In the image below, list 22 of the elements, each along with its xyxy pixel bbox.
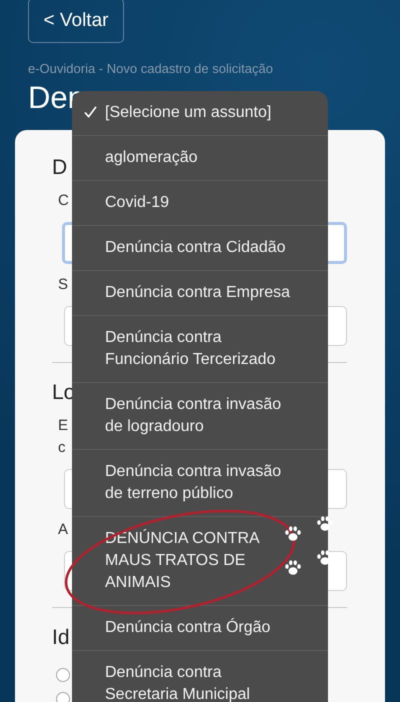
paw-icon: [284, 525, 302, 543]
radio-button[interactable]: [56, 668, 70, 682]
dropdown-option[interactable]: Denúncia contra invasão de logradouro: [72, 383, 328, 450]
section-heading: D: [52, 156, 68, 180]
dropdown-option[interactable]: Denúncia contra Secretaria Municipal: [72, 651, 328, 702]
dropdown-option[interactable]: Denúncia contra invasão de terreno público: [72, 450, 328, 517]
field-label: A: [58, 520, 68, 540]
radio-button[interactable]: [56, 692, 70, 702]
dropdown-option[interactable]: Denúncia contra Funcionário Tercerizado: [72, 316, 328, 383]
dropdown-option[interactable]: Denúncia contra Empresa: [72, 271, 328, 316]
dropdown-option[interactable]: Denúncia contra Cidadão: [72, 226, 328, 271]
back-button[interactable]: < Voltar: [28, 0, 124, 43]
field-label: C: [58, 191, 69, 211]
paw-icon: [316, 515, 334, 533]
paw-icon: [284, 559, 302, 577]
dropdown-option[interactable]: aglomeração: [72, 136, 328, 181]
dropdown-option[interactable]: Denúncia contra Órgão: [72, 606, 328, 651]
dropdown-option[interactable]: Covid-19: [72, 181, 328, 226]
field-label: E c: [58, 416, 68, 458]
field-label: S: [58, 275, 68, 295]
section-heading: Id: [52, 626, 70, 650]
breadcrumb: e-Ouvidoria - Novo cadastro de solicitação: [28, 61, 274, 76]
